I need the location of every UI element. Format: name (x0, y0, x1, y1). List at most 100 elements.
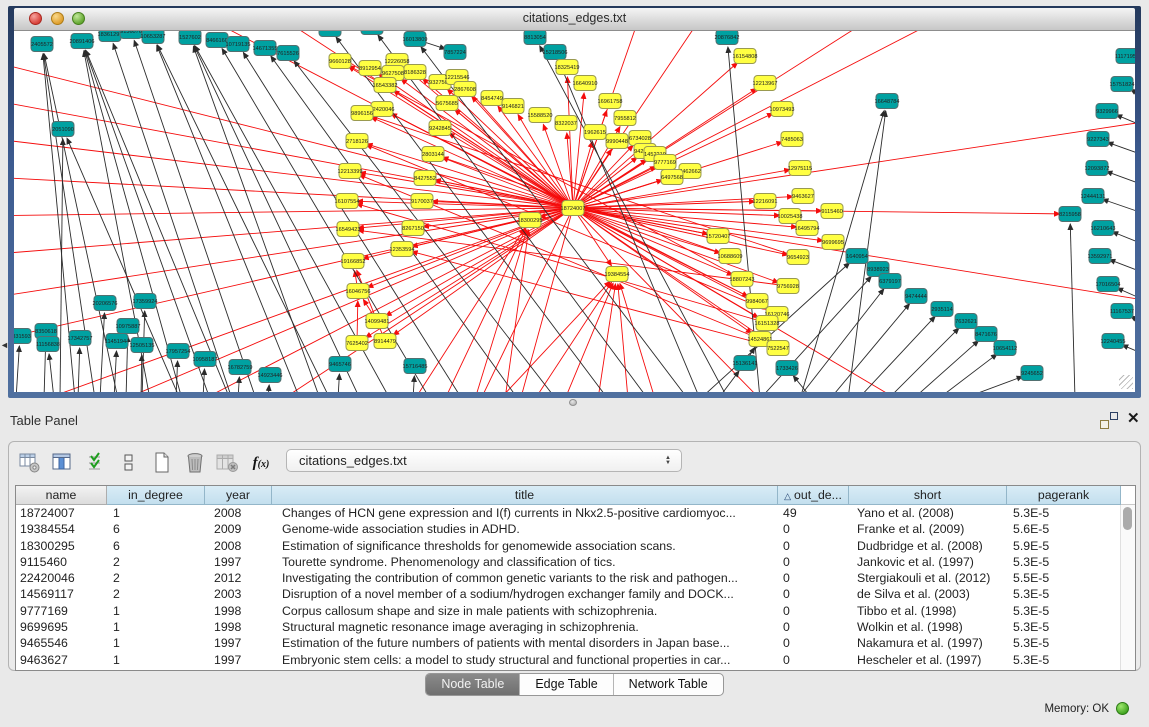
delete-column-button[interactable] (182, 450, 208, 476)
graph-node[interactable]: 1733426 (776, 361, 798, 376)
graph-node[interactable]: 9896156 (351, 106, 373, 121)
graph-node[interactable]: 9463627 (792, 189, 814, 204)
graph-node[interactable]: 9136076 (120, 31, 142, 39)
graph-node[interactable]: 9654923 (787, 250, 809, 265)
graph-node[interactable]: 8912954 (359, 61, 381, 76)
graph-node[interactable]: 16782759 (228, 360, 253, 375)
graph-node[interactable]: 11171953 (1115, 49, 1135, 64)
close-traffic-light-icon[interactable] (29, 12, 42, 25)
graph-node[interactable]: 13592971 (1088, 249, 1113, 264)
graph-node[interactable]: 2405572 (31, 37, 53, 52)
tab-edge-table[interactable]: Edge Table (519, 674, 612, 695)
graph-node[interactable]: 16549423 (336, 222, 361, 237)
graph-node[interactable]: 8186328 (404, 65, 426, 80)
select-attributes-button[interactable] (83, 450, 109, 476)
graph-node[interactable]: 9242845 (429, 121, 451, 136)
graph-node[interactable]: 14923446 (258, 368, 283, 383)
graph-node[interactable]: 12213967 (753, 76, 778, 91)
tab-network-table[interactable]: Network Table (613, 674, 723, 695)
window-resize-grip-icon[interactable] (1119, 375, 1133, 389)
network-canvas[interactable]: 2405572208914061836129791360761065328715… (14, 31, 1135, 392)
graph-node[interactable]: 16046756 (346, 284, 371, 299)
graph-node[interactable]: 9331593 (14, 329, 31, 344)
graph-node[interactable]: 18325419 (555, 60, 580, 75)
graph-node[interactable]: 17359924 (133, 294, 158, 309)
graph-node[interactable]: 12444131 (1081, 189, 1106, 204)
graph-node[interactable]: 16961758 (598, 94, 623, 109)
zoom-traffic-light-icon[interactable] (72, 12, 85, 25)
graph-node[interactable]: 8427552 (414, 171, 436, 186)
graph-node[interactable]: 15588520 (528, 108, 553, 123)
graph-node[interactable]: 15751824 (1110, 77, 1135, 92)
table-row[interactable]: 977716911998Corpus callosum shape and si… (16, 603, 1135, 619)
graph-node[interactable]: 14671355 (253, 41, 278, 56)
row-height-button[interactable] (116, 450, 142, 476)
graph-node[interactable]: 1640954 (846, 249, 868, 264)
table-selector-dropdown[interactable]: citations_edges.txt ▲▼ (286, 449, 682, 472)
graph-node[interactable]: 9115460 (821, 204, 843, 219)
panel-collapse-arrow-icon[interactable]: ◄ (0, 341, 9, 350)
graph-node[interactable]: 18807243 (730, 272, 755, 287)
graph-node[interactable]: 16154808 (733, 49, 758, 64)
graph-node[interactable]: 9245652 (1021, 366, 1043, 381)
graph-node[interactable]: 10653287 (141, 31, 166, 44)
graph-node[interactable]: 20206576 (93, 296, 118, 311)
graph-node[interactable]: 18724007 (561, 201, 586, 216)
column-header-out-de-[interactable]: △out_de... (778, 486, 849, 505)
graph-node[interactable]: 9305291 (319, 31, 341, 37)
show-columns-button[interactable] (50, 450, 76, 476)
table-row[interactable]: 911546021997Tourette syndrome. Phenomeno… (16, 554, 1135, 570)
graph-node[interactable]: 9465746 (329, 357, 351, 372)
graph-node[interactable]: 9984067 (746, 294, 768, 309)
graph-node[interactable]: 20876842 (715, 31, 740, 45)
graph-node[interactable]: 16640910 (573, 76, 598, 91)
table-row[interactable]: 1456911722003Disruption of a novel membe… (16, 586, 1135, 602)
graph-node[interactable]: 9777169 (654, 155, 676, 170)
graph-node[interactable]: 1527602 (179, 31, 201, 45)
graph-node[interactable]: 19384554 (605, 267, 630, 282)
graph-node[interactable]: 2867608 (454, 82, 476, 97)
graph-node[interactable]: 7857224 (444, 45, 466, 60)
table-row[interactable]: 1872400712008Changes of HCN gene express… (16, 505, 1135, 521)
graph-node[interactable]: 6379197 (879, 274, 901, 289)
graph-node[interactable]: 12240455 (1101, 334, 1126, 349)
graph-node[interactable]: 9474444 (905, 289, 927, 304)
graph-node[interactable]: 8454749 (481, 91, 503, 106)
graph-node[interactable]: 9699695 (822, 235, 844, 250)
graph-node[interactable]: 10973493 (770, 102, 795, 117)
table-row[interactable]: 2242004622012Investigating the contribut… (16, 570, 1135, 586)
graph-node[interactable]: 10688609 (718, 249, 743, 264)
function-builder-button[interactable]: f(x) (248, 450, 274, 476)
scrollbar-thumb[interactable] (1123, 507, 1132, 530)
create-column-button[interactable] (149, 450, 175, 476)
graph-node[interactable]: 9227343 (1087, 132, 1109, 147)
graph-node[interactable]: 8813054 (524, 31, 546, 45)
table-row[interactable]: 946554611997Estimation of the future num… (16, 635, 1135, 651)
graph-node[interactable]: 16013809 (403, 32, 428, 47)
graph-node[interactable]: 16543382 (373, 78, 398, 93)
graph-node[interactable]: 12216091 (753, 194, 778, 209)
graph-node[interactable]: 11451944 (105, 334, 129, 349)
graph-node[interactable]: 16151328 (755, 316, 780, 331)
graph-node[interactable]: 16648784 (875, 94, 900, 109)
graph-node[interactable]: 15136141 (733, 356, 758, 371)
graph-node[interactable]: 9146821 (502, 99, 524, 114)
close-panel-icon[interactable]: ✕ (1127, 409, 1140, 427)
graph-node[interactable]: 1962615 (584, 125, 606, 140)
graph-node[interactable]: 9756928 (777, 279, 799, 294)
graph-node[interactable]: 12505135 (130, 338, 155, 353)
graph-node[interactable]: 9990448 (606, 134, 628, 149)
graph-node[interactable]: 2718126 (346, 134, 368, 149)
graph-node[interactable]: 7485063 (781, 132, 803, 147)
graph-node[interactable]: 15716485 (403, 359, 428, 374)
graph-node[interactable]: 12975115 (788, 161, 812, 176)
graph-node[interactable]: 17342757 (68, 331, 93, 346)
graph-node[interactable]: 12213399 (338, 164, 363, 179)
column-header-pagerank[interactable]: pagerank (1007, 486, 1121, 505)
table-row[interactable]: 1938455462009Genome-wide association stu… (16, 521, 1135, 537)
graph-node[interactable]: 8471676 (975, 327, 997, 342)
graph-node[interactable]: 11156838 (36, 337, 60, 352)
column-header-in-degree[interactable]: in_degree (107, 486, 205, 505)
table-row[interactable]: 1830029562008Estimation of significance … (16, 538, 1135, 554)
graph-node[interactable]: 12093872 (1085, 161, 1110, 176)
